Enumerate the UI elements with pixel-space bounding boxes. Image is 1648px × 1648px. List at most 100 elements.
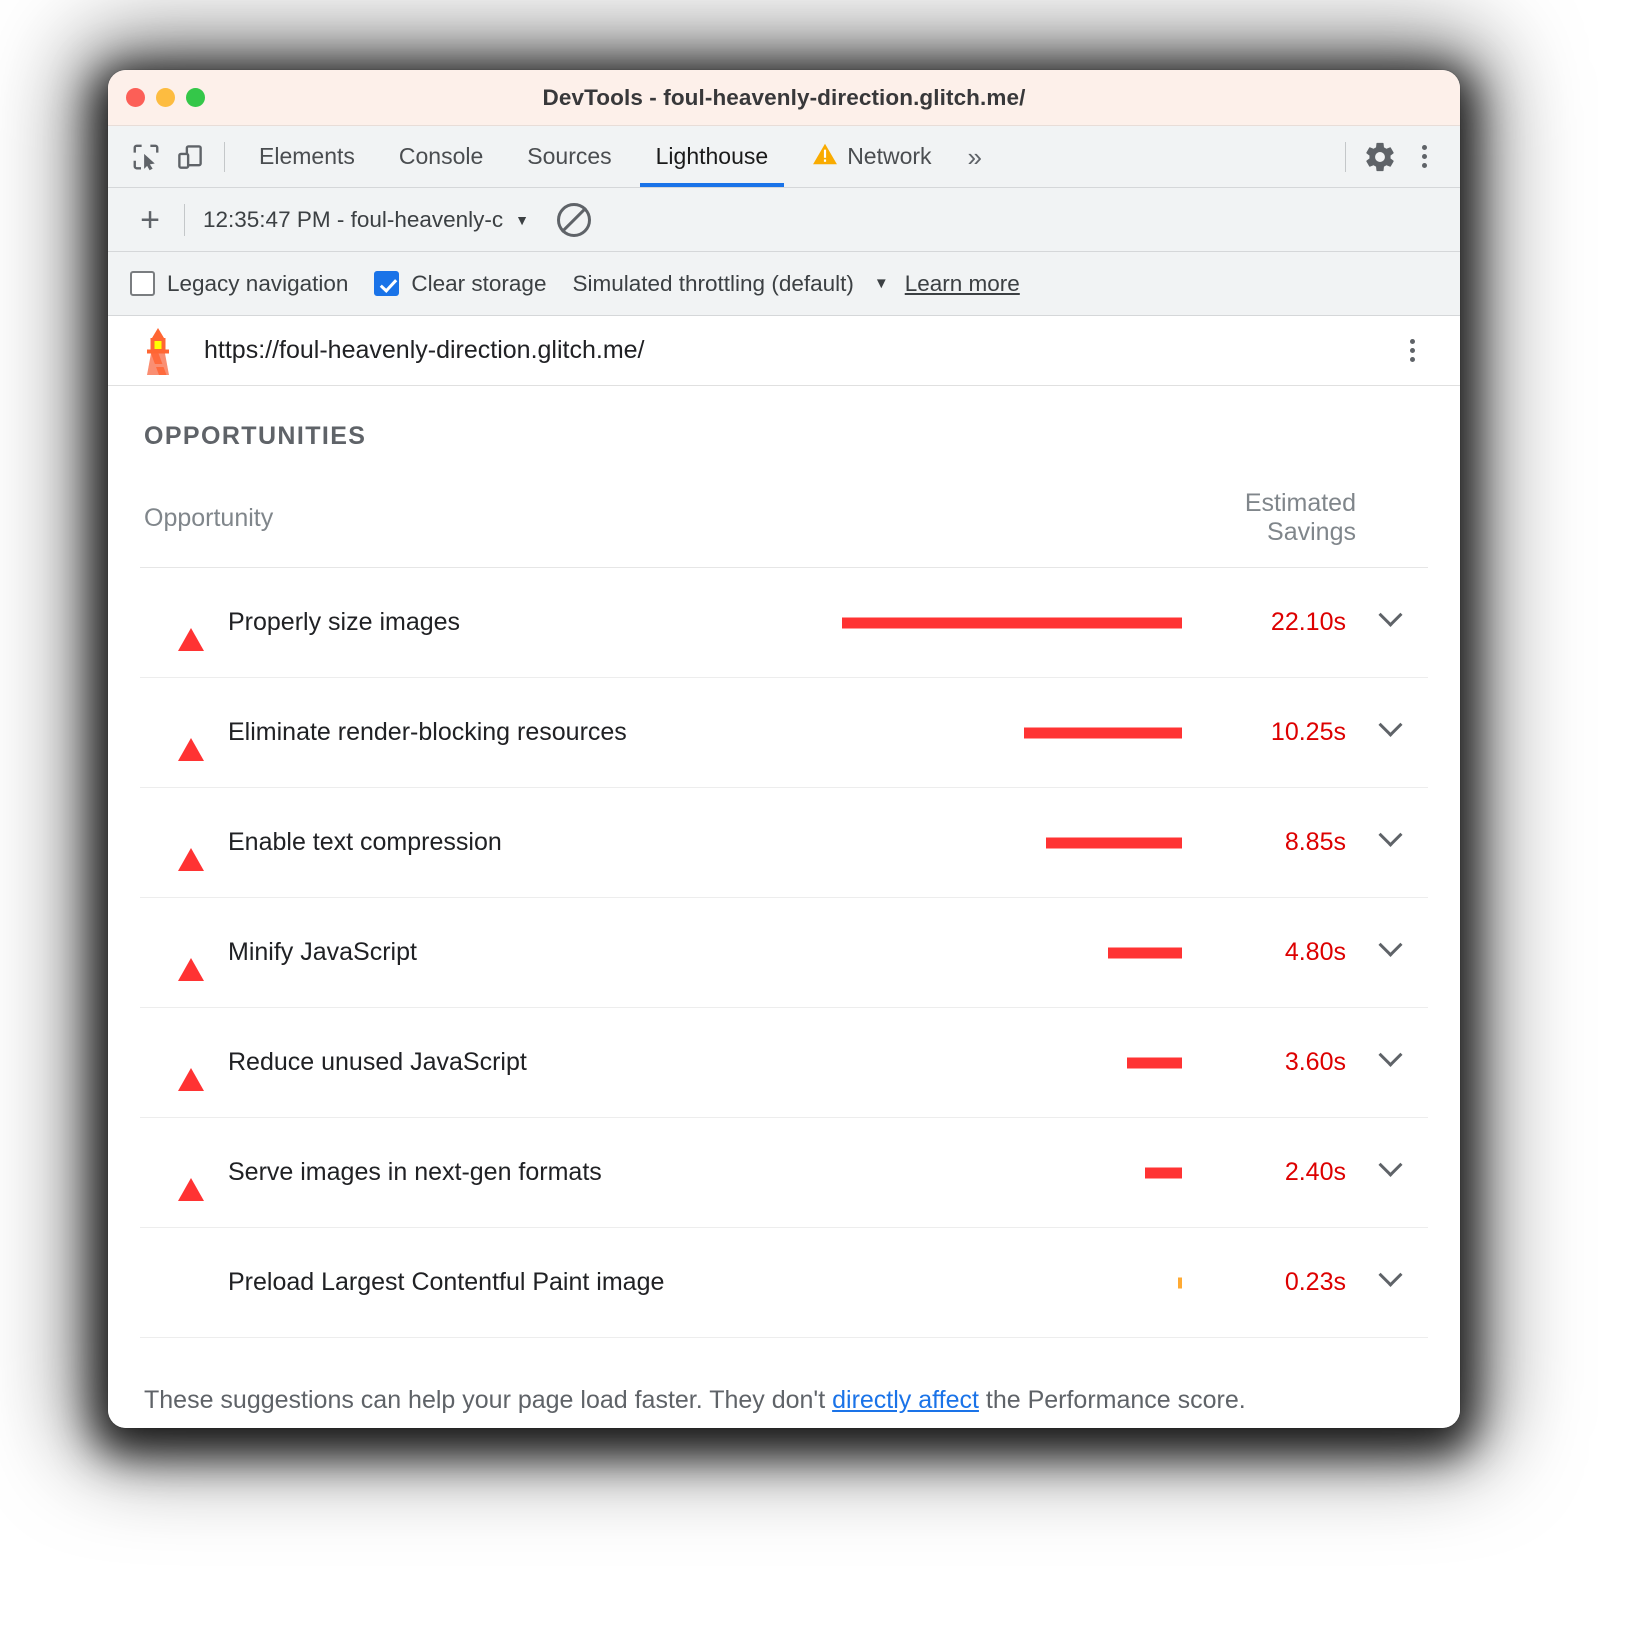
opportunity-cell: Minify JavaScript: [140, 898, 1204, 1008]
table-header: Opportunity Estimated Savings: [140, 489, 1428, 568]
tab-network[interactable]: Network: [790, 126, 953, 187]
minimize-window-button[interactable]: [156, 88, 175, 107]
tab-console[interactable]: Console: [377, 126, 505, 187]
chevron-down-icon: ▼: [515, 212, 529, 228]
gear-icon[interactable]: [1358, 135, 1402, 179]
expand-cell[interactable]: [1354, 1228, 1428, 1338]
savings-bar: [1108, 947, 1182, 958]
table-row[interactable]: Enable text compression 8.85s: [140, 788, 1428, 898]
savings-bar: [1178, 1277, 1182, 1288]
severity-fail-triangle-icon: [178, 721, 204, 745]
window-title: DevTools - foul-heavenly-direction.glitc…: [108, 85, 1460, 111]
table-row[interactable]: Eliminate render-blocking resources10.25…: [140, 678, 1428, 788]
report-menu-icon[interactable]: [1390, 329, 1434, 373]
opportunity-cell: Reduce unused JavaScript: [140, 1008, 1204, 1118]
estimated-savings-cell: 8.85s: [1204, 788, 1354, 898]
clear-storage-checkbox[interactable]: [374, 271, 399, 296]
savings-value: 22.10s: [1271, 608, 1346, 636]
footer-text-before: These suggestions can help your page loa…: [144, 1386, 832, 1414]
tab-lighthouse[interactable]: Lighthouse: [634, 126, 791, 187]
opportunity-cell: Preload Largest Contentful Paint image: [140, 1228, 1204, 1338]
savings-bar: [1145, 1167, 1182, 1178]
legacy-navigation-label: Legacy navigation: [167, 271, 348, 297]
table-row[interactable]: Minify JavaScript4.80s: [140, 898, 1428, 1008]
opportunity-name: Preload Largest Contentful Paint image: [228, 1268, 664, 1297]
estimated-savings-cell: 0.23s: [1204, 1228, 1354, 1338]
legacy-navigation-option[interactable]: Legacy navigation: [130, 271, 348, 297]
chevron-down-icon[interactable]: [1379, 822, 1403, 846]
opportunity-name: Enable text compression: [228, 828, 502, 857]
opportunity-name: Serve images in next-gen formats: [228, 1158, 602, 1187]
kebab-dots: [1422, 145, 1427, 168]
runbar-divider: [184, 204, 185, 236]
report-select[interactable]: 12:35:47 PM - foul-heavenly-c ▼: [203, 207, 529, 233]
screenshot-root: DevTools - foul-heavenly-direction.glitc…: [0, 0, 1648, 1648]
expand-cell[interactable]: [1354, 1008, 1428, 1118]
opportunity-cell: Enable text compression: [140, 788, 1204, 898]
estimated-savings-cell: 2.40s: [1204, 1118, 1354, 1228]
opportunity-cell: Serve images in next-gen formats: [140, 1118, 1204, 1228]
table-row[interactable]: Serve images in next-gen formats 2.40s: [140, 1118, 1428, 1228]
savings-value: 10.25s: [1271, 718, 1346, 746]
chevron-down-icon[interactable]: [1379, 602, 1403, 626]
report-select-value: 12:35:47 PM - foul-heavenly-c: [203, 207, 503, 233]
warning-triangle-icon: [812, 142, 838, 172]
severity-average-square-icon: [178, 1271, 204, 1295]
savings-bar: [1046, 837, 1182, 848]
opportunities-panel: OPPORTUNITIES Opportunity Estimated Savi…: [108, 386, 1460, 1428]
toolbar-divider-right: [1345, 142, 1346, 172]
clear-storage-label: Clear storage: [411, 271, 546, 297]
expand-cell[interactable]: [1354, 898, 1428, 1008]
toolbar-divider: [224, 142, 225, 172]
chevron-down-icon[interactable]: [1379, 1042, 1403, 1066]
column-header-opportunity: Opportunity: [140, 489, 1204, 568]
kebab-menu-icon[interactable]: [1402, 135, 1446, 179]
more-tabs-icon[interactable]: »: [954, 144, 996, 170]
footer-text-after: the Performance score.: [979, 1386, 1246, 1414]
window-titlebar: DevTools - foul-heavenly-direction.glitc…: [108, 70, 1460, 126]
savings-bar: [1024, 727, 1182, 738]
expand-cell[interactable]: [1354, 788, 1428, 898]
zoom-window-button[interactable]: [186, 88, 205, 107]
section-title: OPPORTUNITIES: [140, 386, 1428, 451]
new-report-button[interactable]: +: [130, 203, 170, 237]
close-window-button[interactable]: [126, 88, 145, 107]
expand-cell[interactable]: [1354, 678, 1428, 788]
severity-fail-triangle-icon: [178, 941, 204, 965]
table-row[interactable]: Preload Largest Contentful Paint image 0.…: [140, 1228, 1428, 1338]
chevron-down-icon[interactable]: [1379, 932, 1403, 956]
clear-reports-icon[interactable]: [557, 203, 591, 237]
savings-bar: [842, 617, 1182, 628]
chevron-down-icon[interactable]: [1379, 1152, 1403, 1176]
expand-cell[interactable]: [1354, 1118, 1428, 1228]
chevron-down-icon[interactable]: [1379, 712, 1403, 736]
tab-label: Console: [399, 143, 483, 170]
table-row[interactable]: Properly size images 22.10s: [140, 568, 1428, 678]
report-header: https://foul-heavenly-direction.glitch.m…: [108, 316, 1460, 386]
expand-cell[interactable]: [1354, 568, 1428, 678]
tab-sources[interactable]: Sources: [505, 126, 633, 187]
panel-tabs: Elements Console Sources Lighthouse: [237, 126, 996, 187]
column-header-estimated-savings: Estimated Savings: [1204, 489, 1428, 568]
lighthouse-options-bar: Legacy navigation Clear storage Simulate…: [108, 252, 1460, 316]
throttling-select-value[interactable]: Simulated throttling (default): [572, 271, 853, 297]
devtools-toolbar: Elements Console Sources Lighthouse: [108, 126, 1460, 188]
estimated-savings-cell: 3.60s: [1204, 1008, 1354, 1118]
inspect-element-icon[interactable]: [124, 135, 168, 179]
estimated-savings-cell: 10.25s: [1204, 678, 1354, 788]
devtools-window: DevTools - foul-heavenly-direction.glitc…: [108, 70, 1460, 1428]
chevron-down-icon[interactable]: [1379, 1262, 1403, 1286]
tab-elements[interactable]: Elements: [237, 126, 377, 187]
learn-more-link[interactable]: Learn more: [905, 271, 1020, 297]
directly-affect-link[interactable]: directly affect: [832, 1386, 979, 1414]
legacy-navigation-checkbox[interactable]: [130, 271, 155, 296]
traffic-light-buttons[interactable]: [126, 88, 205, 107]
device-toolbar-icon[interactable]: [168, 135, 212, 179]
opportunity-name: Properly size images: [228, 608, 460, 637]
savings-value: 2.40s: [1285, 1158, 1346, 1186]
chevron-down-icon[interactable]: ▼: [874, 275, 889, 292]
severity-fail-triangle-icon: [178, 1161, 204, 1185]
savings-value: 0.23s: [1285, 1268, 1346, 1296]
clear-storage-option[interactable]: Clear storage: [374, 271, 546, 297]
table-row[interactable]: Reduce unused JavaScript3.60s: [140, 1008, 1428, 1118]
